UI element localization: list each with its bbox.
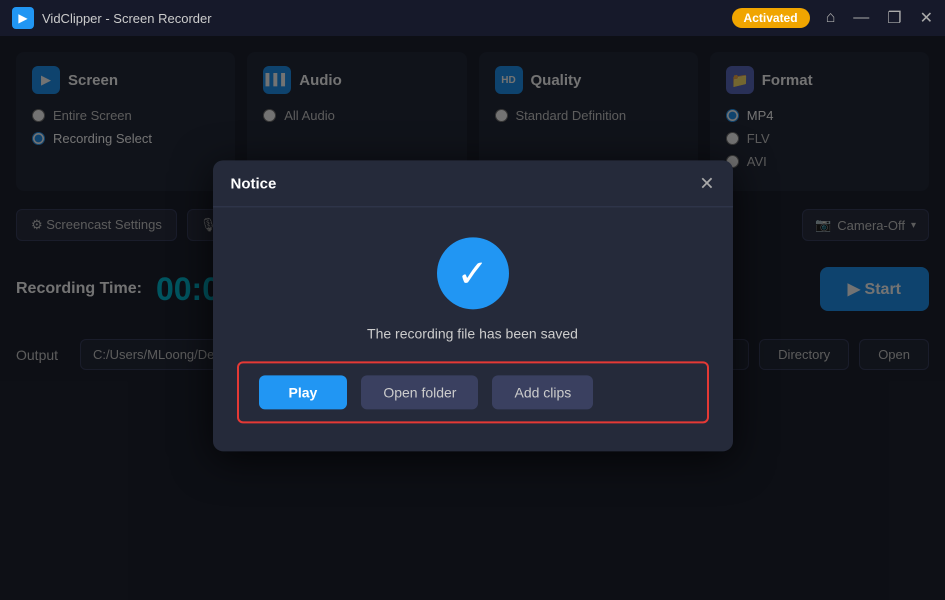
app-logo: ▶	[12, 7, 34, 29]
titlebar-actions: ⌂ — ❐ ✕	[826, 8, 933, 28]
notice-header: Notice ✕	[213, 160, 733, 207]
notice-body: ✓ The recording file has been saved	[213, 207, 733, 361]
minimize-icon[interactable]: —	[853, 9, 869, 27]
titlebar: ▶ VidClipper - Screen Recorder Activated…	[0, 0, 945, 36]
notice-title: Notice	[231, 175, 700, 192]
notice-actions: Play Open folder Add clips	[237, 361, 709, 423]
restore-icon[interactable]: ❐	[887, 8, 901, 28]
play-button[interactable]: Play	[259, 375, 348, 409]
check-icon: ✓	[457, 251, 489, 296]
notice-dialog: Notice ✕ ✓ The recording file has been s…	[213, 160, 733, 451]
add-clips-button[interactable]: Add clips	[492, 375, 593, 409]
close-icon[interactable]: ✕	[920, 8, 933, 28]
success-icon: ✓	[437, 237, 509, 309]
home-icon[interactable]: ⌂	[826, 9, 836, 27]
notice-close-button[interactable]: ✕	[699, 174, 714, 192]
app-title: VidClipper - Screen Recorder	[42, 11, 732, 26]
activated-badge: Activated	[732, 8, 810, 28]
open-folder-button[interactable]: Open folder	[361, 375, 478, 409]
notice-message: The recording file has been saved	[367, 325, 578, 341]
logo-icon: ▶	[18, 11, 27, 25]
